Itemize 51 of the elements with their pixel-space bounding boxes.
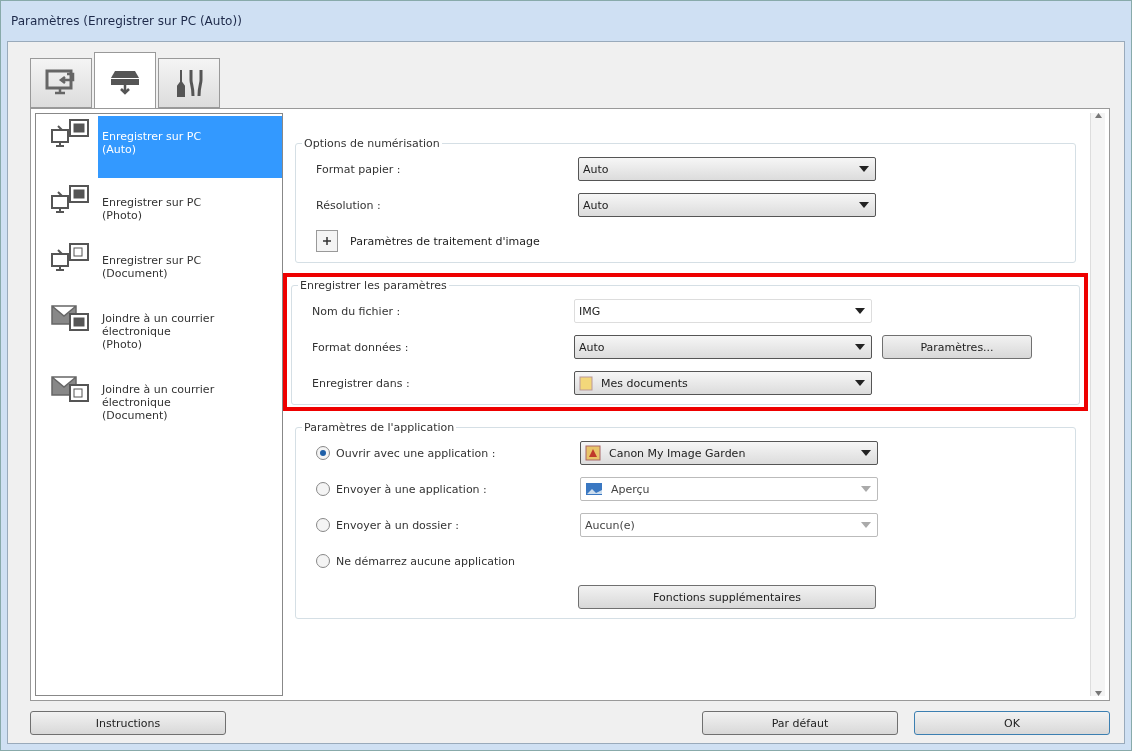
dialog-button[interactable]: Par défaut — [702, 711, 898, 735]
field-label: Nom du fichier : — [312, 304, 402, 318]
group-title: Paramètres de l'application — [303, 421, 456, 434]
dropdown[interactable]: Auto — [578, 157, 876, 181]
dialog-button[interactable]: OK — [914, 711, 1110, 735]
tab[interactable] — [158, 58, 220, 108]
radio-button[interactable] — [316, 446, 330, 460]
dropdown-caret-icon — [861, 450, 871, 456]
expander-label: Paramètres de traitement d'image — [350, 234, 540, 248]
combo-field[interactable]: IMG — [574, 299, 872, 323]
tab[interactable] — [30, 58, 92, 108]
dropdown[interactable]: Auto — [578, 193, 876, 217]
image-icon — [585, 482, 603, 496]
sidebar-item[interactable]: Joindre à un courrier électronique (Photo) — [98, 298, 282, 365]
dropdown-caret-icon — [855, 308, 865, 314]
scrollbar[interactable] — [1090, 113, 1105, 696]
dropdown[interactable]: Auto — [574, 335, 872, 359]
more-functions-button[interactable]: Fonctions supplémentaires — [578, 585, 876, 609]
group-title: Enregistrer les paramètres — [299, 279, 448, 292]
field-label: Enregistrer dans : — [312, 376, 411, 390]
sidebar-item[interactable]: Enregistrer sur PC (Document) — [98, 240, 282, 294]
dropdown-caret-icon — [855, 380, 865, 386]
scroll-up-icon — [1094, 113, 1102, 118]
dropdown[interactable]: Canon My Image Garden — [580, 441, 878, 465]
expand-button[interactable] — [316, 230, 338, 252]
radio-label: Envoyer à une application : — [336, 482, 488, 496]
field-label: Résolution : — [316, 198, 382, 212]
radio-label: Ouvrir avec une application : — [336, 446, 497, 460]
sidebar-item[interactable]: Enregistrer sur PC (Photo) — [98, 182, 282, 236]
monitor-icon — [45, 69, 77, 97]
radio-label: Envoyer à un dossier : — [336, 518, 460, 532]
radio-button[interactable] — [316, 554, 330, 568]
settings-button[interactable]: Paramètres... — [882, 335, 1032, 359]
sidebar-item[interactable]: Joindre à un courrier électronique (Document) — [98, 369, 282, 436]
dropdown-caret-icon — [855, 344, 865, 350]
instructions-button[interactable]: Instructions — [30, 711, 226, 735]
field-label: Format papier : — [316, 162, 402, 176]
dropdown-caret-icon — [859, 166, 869, 172]
field-label: Format données : — [312, 340, 410, 354]
radio-label: Ne démarrez aucune application — [336, 554, 516, 568]
window-title: Paramètres (Enregistrer sur PC (Auto)) — [11, 14, 242, 28]
app-icon — [585, 445, 601, 461]
group-title: Options de numérisation — [303, 137, 441, 150]
plus-icon — [323, 237, 331, 245]
scroll-down-icon — [1094, 691, 1102, 696]
tab[interactable] — [94, 52, 156, 108]
dropdown-caret-icon — [861, 522, 871, 528]
dropdown-caret-icon — [859, 202, 869, 208]
dropdown[interactable]: Mes documents — [574, 371, 872, 395]
dropdown-caret-icon — [861, 486, 871, 492]
folder-icon — [579, 375, 593, 391]
